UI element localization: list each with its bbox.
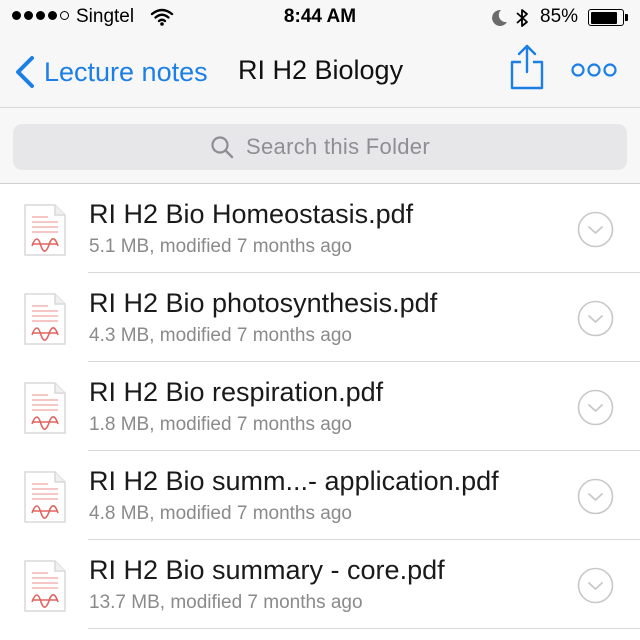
file-row[interactable]: RI H2 Bio summ...- application.pdf 4.8 M… — [0, 451, 640, 540]
file-name: RI H2 Bio Homeostasis.pdf — [89, 199, 414, 229]
bluetooth-icon — [516, 9, 528, 27]
chevron-down-circle-icon[interactable] — [577, 478, 614, 515]
chevron-down-circle-icon[interactable] — [577, 567, 614, 604]
chevron-left-icon — [16, 56, 34, 88]
file-row[interactable]: RI H2 Bio summary - core.pdf 13.7 MB, mo… — [0, 540, 640, 629]
pdf-file-icon — [24, 471, 66, 523]
chevron-down-circle-icon[interactable] — [577, 211, 614, 248]
search-input[interactable]: Search this Folder — [13, 124, 627, 170]
file-meta: 5.1 MB, modified 7 months ago — [89, 236, 352, 257]
file-name: RI H2 Bio summary - core.pdf — [89, 555, 445, 585]
pdf-file-icon — [24, 560, 66, 612]
file-name: RI H2 Bio photosynthesis.pdf — [89, 288, 438, 318]
pdf-file-icon — [24, 204, 66, 256]
file-row[interactable]: RI H2 Bio photosynthesis.pdf 4.3 MB, mod… — [0, 273, 640, 362]
chevron-down-circle-icon[interactable] — [577, 300, 614, 337]
pdf-file-icon — [24, 293, 66, 345]
file-name: RI H2 Bio respiration.pdf — [89, 377, 384, 407]
file-meta: 4.8 MB, modified 7 months ago — [89, 503, 352, 524]
file-row[interactable]: RI H2 Bio Homeostasis.pdf 5.1 MB, modifi… — [0, 184, 640, 273]
page-title: RI H2 Biology — [238, 55, 404, 85]
more-icon[interactable] — [570, 58, 618, 82]
battery-icon — [588, 9, 624, 26]
battery-tip — [625, 14, 628, 21]
pdf-file-icon — [24, 382, 66, 434]
status-bar: Singtel 8:44 AM 85% — [0, 0, 640, 36]
file-meta: 1.8 MB, modified 7 months ago — [89, 414, 352, 435]
file-meta: 13.7 MB, modified 7 months ago — [89, 592, 363, 613]
file-row[interactable]: RI H2 Bio respiration.pdf 1.8 MB, modifi… — [0, 362, 640, 451]
navigation-bar: Lecture notes RI H2 Biology — [0, 36, 640, 108]
search-icon — [211, 136, 234, 159]
file-name: RI H2 Bio summ...- application.pdf — [89, 466, 499, 496]
share-icon[interactable] — [508, 42, 546, 92]
back-button-label: Lecture notes — [44, 56, 208, 87]
battery-percent: 85% — [540, 6, 579, 27]
chevron-down-circle-icon[interactable] — [577, 389, 614, 426]
file-meta: 4.3 MB, modified 7 months ago — [89, 325, 352, 346]
search-area: Search this Folder — [0, 108, 640, 184]
battery-level-fill — [590, 11, 617, 24]
file-list: RI H2 Bio Homeostasis.pdf 5.1 MB, modifi… — [0, 184, 640, 629]
search-placeholder: Search this Folder — [246, 134, 430, 159]
back-button[interactable]: Lecture notes — [12, 54, 208, 90]
moon-icon — [492, 9, 507, 26]
